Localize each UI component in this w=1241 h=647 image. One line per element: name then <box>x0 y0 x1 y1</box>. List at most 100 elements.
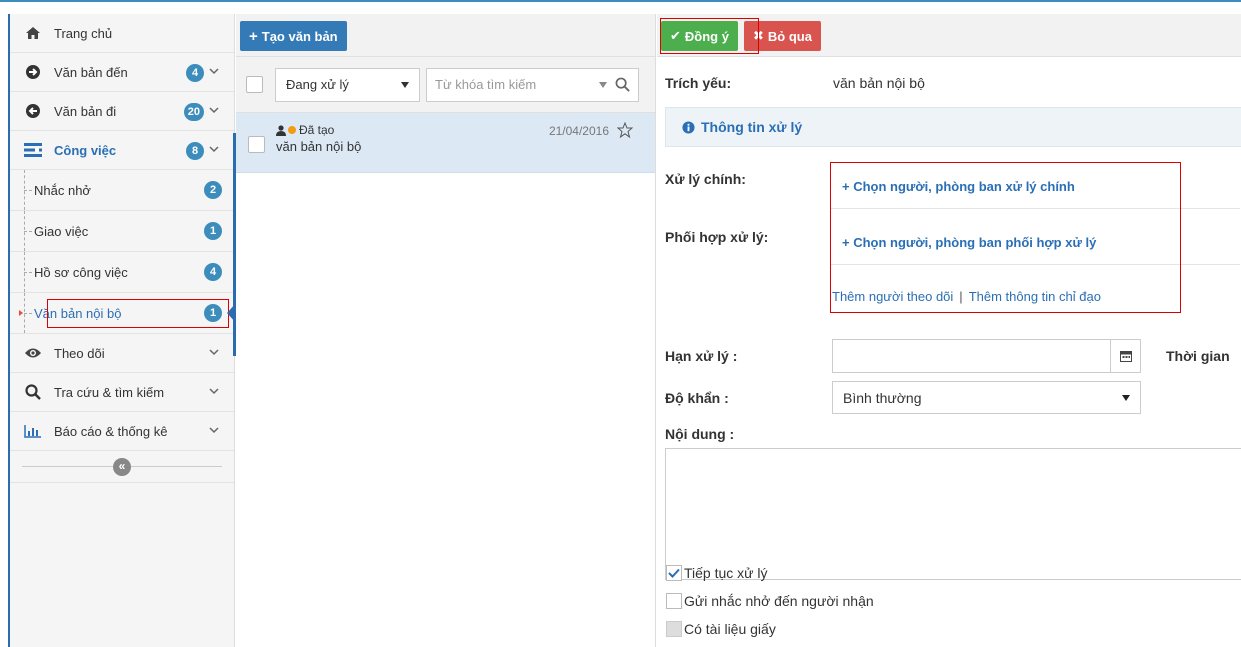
highlight-box <box>660 18 759 54</box>
sidebar-subitem-reminders[interactable]: Nhắc nhở 2 <box>10 170 234 211</box>
main-handler-label: Xử lý chính: <box>665 171 746 187</box>
count-badge: 20 <box>183 103 204 121</box>
select-all-checkbox[interactable] <box>246 76 263 93</box>
arrow-circle-right-icon <box>22 64 44 80</box>
urgency-value: Bình thường <box>843 389 922 406</box>
sidebar-subitem-assign[interactable]: Giao việc 1 <box>10 211 234 252</box>
chevron-down-icon <box>209 68 219 75</box>
caret-down-icon <box>1122 394 1130 401</box>
highlight-box <box>47 299 229 328</box>
sidebar-item-incoming[interactable]: Văn bản đến 4 <box>10 53 234 92</box>
count-badge: 8 <box>186 142 204 160</box>
sidebar-subitem-internal-docs[interactable]: Văn bản nội bộ 1 <box>10 293 236 334</box>
calendar-icon[interactable] <box>1110 340 1140 372</box>
chevron-down-icon <box>209 349 219 356</box>
sidebar-subitem-label: Nhắc nhở <box>34 182 91 198</box>
filter-bar: Đang xử lý Từ khóa tìm kiếm <box>236 57 655 113</box>
check-icon <box>668 568 680 578</box>
sidebar-item-label: Văn bản đến <box>54 64 128 80</box>
list-toolbar: + Tạo văn bản <box>236 14 655 57</box>
row-checkbox[interactable] <box>248 136 265 153</box>
content-textarea[interactable] <box>665 448 1241 580</box>
search-input[interactable]: Từ khóa tìm kiếm <box>426 67 639 102</box>
home-icon <box>22 26 44 40</box>
sidebar-item-label: Báo cáo & thống kê <box>54 423 168 439</box>
deadline-label: Hạn xử lý : <box>665 348 738 364</box>
coop-handler-label: Phối hợp xử lý: <box>665 229 769 245</box>
deadline-input[interactable] <box>832 339 1141 373</box>
doc-date: 21/04/2016 <box>548 124 609 138</box>
count-badge: 1 <box>204 304 222 322</box>
sidebar-item-follow[interactable]: Theo dõi <box>10 334 234 373</box>
cancel-label: Bỏ qua <box>767 28 812 44</box>
continue-processing-label: Tiếp tục xử lý <box>684 565 768 581</box>
chevron-down-icon <box>209 388 219 395</box>
sidebar-subitem-label: Giao việc <box>34 223 89 239</box>
sidebar-item-tasks[interactable]: Công việc 8 <box>10 131 234 170</box>
send-reminder-checkbox[interactable] <box>666 593 682 609</box>
plus-icon: + <box>249 27 258 45</box>
caret-down-icon <box>401 81 409 88</box>
summary-label: Trích yếu: <box>665 75 732 91</box>
urgency-select[interactable]: Bình thường <box>832 381 1141 414</box>
tasks-icon <box>22 143 44 157</box>
status-dot-icon <box>288 126 296 134</box>
doc-status-label: Đã tạo <box>299 123 335 137</box>
doc-title: văn bản nội bộ <box>276 139 362 154</box>
highlight-box <box>830 162 1181 313</box>
sidebar-item-label: Theo dõi <box>54 345 105 361</box>
continue-processing-option[interactable]: Tiếp tục xử lý <box>666 565 768 581</box>
status-filter-value: Đang xử lý <box>286 77 349 92</box>
bar-chart-icon <box>22 424 44 438</box>
info-section-header[interactable]: Thông tin xử lý <box>665 107 1241 147</box>
search-icon <box>22 384 44 400</box>
star-icon[interactable] <box>617 122 633 138</box>
info-icon <box>682 120 695 134</box>
sidebar-item-label: Trang chủ <box>54 25 113 41</box>
chevron-down-icon <box>209 427 219 434</box>
urgency-label: Độ khẩn : <box>665 390 729 406</box>
sidebar-item-label: Văn bản đi <box>54 103 117 119</box>
sidebar-item-search[interactable]: Tra cứu & tìm kiếm <box>10 373 234 412</box>
collapse-sidebar-button[interactable]: « <box>113 457 131 476</box>
create-document-button[interactable]: + Tạo văn bản <box>240 21 347 51</box>
user-icon <box>276 124 286 136</box>
sidebar-item-label: Tra cứu & tìm kiếm <box>54 384 165 400</box>
status-filter-select[interactable]: Đang xử lý <box>275 67 420 102</box>
send-reminder-label: Gửi nhắc nhở đến người nhận <box>684 593 874 609</box>
sidebar-subitem-task-records[interactable]: Hồ sơ công việc 4 <box>10 252 234 293</box>
eye-icon <box>22 347 44 359</box>
paper-document-checkbox[interactable] <box>666 621 682 637</box>
list-item[interactable]: Đã tạo văn bản nội bộ 21/04/2016 <box>236 113 655 173</box>
chevron-down-icon <box>209 107 219 114</box>
chevron-down-icon <box>209 146 219 153</box>
count-badge: 4 <box>204 263 222 281</box>
count-badge: 1 <box>204 222 222 240</box>
sidebar-item-reports[interactable]: Báo cáo & thống kê <box>10 412 234 451</box>
process-form-panel: ✔ Đồng ý ✖ Bỏ qua Trích yếu: văn bản nội… <box>657 14 1241 647</box>
caret-right-icon <box>19 310 23 316</box>
info-section-title: Thông tin xử lý <box>701 119 803 135</box>
arrow-circle-left-icon <box>22 103 44 119</box>
count-badge: 4 <box>186 64 204 82</box>
sidebar-subitem-label: Hồ sơ công việc <box>34 264 128 280</box>
sidebar-item-outgoing[interactable]: Văn bản đi 20 <box>10 92 234 131</box>
sidebar: Trang chủ Văn bản đến 4 Văn bản đi 20 Cô… <box>10 14 236 647</box>
content-label: Nội dung : <box>665 426 735 442</box>
paper-document-option[interactable]: Có tài liệu giấy <box>666 621 776 637</box>
time-label: Thời gian <box>1166 348 1230 364</box>
sidebar-item-label: Công việc <box>54 142 117 158</box>
send-reminder-option[interactable]: Gửi nhắc nhở đến người nhận <box>666 593 874 609</box>
paper-document-label: Có tài liệu giấy <box>684 621 776 637</box>
create-document-label: Tạo văn bản <box>261 28 338 44</box>
search-placeholder: Từ khóa tìm kiếm <box>435 77 537 92</box>
sidebar-collapse-row: « <box>10 451 234 483</box>
summary-value: văn bản nội bộ <box>833 75 925 91</box>
search-icon[interactable] <box>615 77 630 92</box>
count-badge: 2 <box>204 181 222 199</box>
document-list-panel: + Tạo văn bản Đang xử lý Từ khóa tìm kiế… <box>236 14 656 647</box>
continue-processing-checkbox[interactable] <box>666 565 682 581</box>
caret-down-icon <box>599 81 607 88</box>
sidebar-item-home[interactable]: Trang chủ <box>10 14 234 53</box>
left-accent-bar <box>8 14 10 647</box>
